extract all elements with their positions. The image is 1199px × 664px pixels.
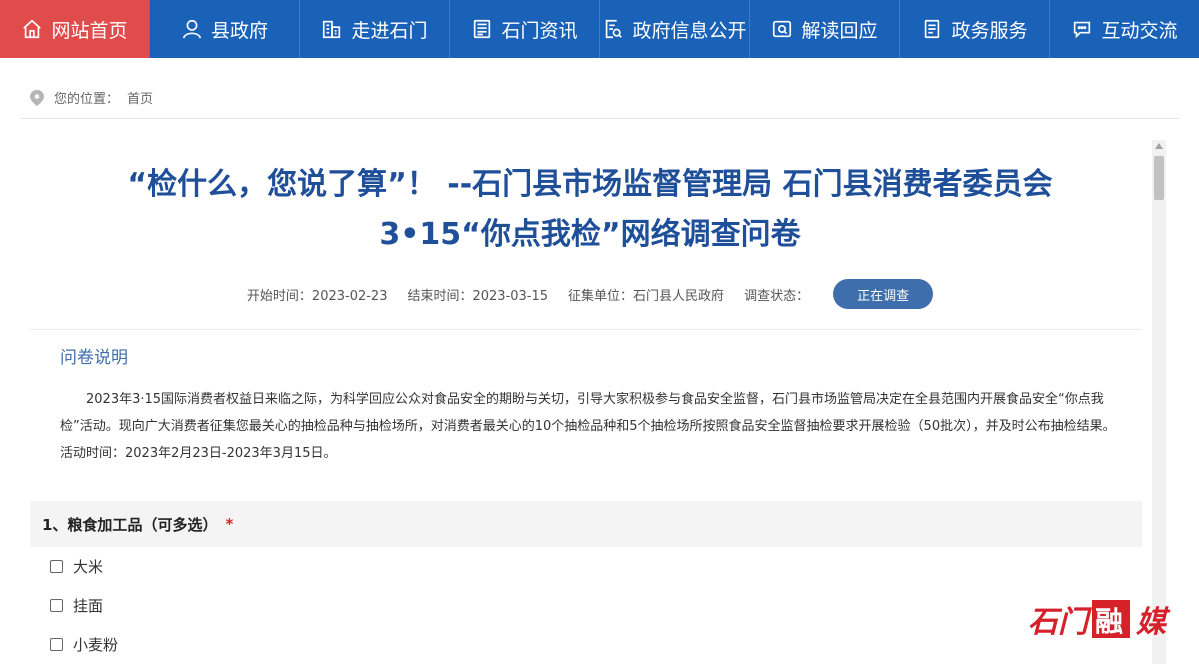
location-pin-icon: [30, 89, 44, 106]
shimen-media-logo: 石门 融 媒: [1028, 600, 1171, 640]
end-time: 结束时间：2023-03-15: [407, 288, 549, 304]
nav-info-public[interactable]: 政府信息公开: [600, 0, 750, 58]
breadcrumb-prefix: 您的位置：: [54, 92, 120, 107]
nav-services[interactable]: 政务服务: [900, 0, 1050, 58]
option-label: 小麦粉: [73, 636, 119, 654]
breadcrumb-home-link[interactable]: 首页: [127, 88, 153, 107]
scroll-up-arrow-icon[interactable]: [1155, 143, 1163, 149]
survey-title-line1: “检什么，您说了算”！ --石门县市场监督管理局 石门县消费者委员会: [127, 167, 1053, 202]
nav-county-gov[interactable]: 县政府: [150, 0, 300, 58]
nav-home-label: 网站首页: [51, 19, 128, 42]
nav-shimen-label: 走进石门: [351, 19, 428, 42]
survey-meta: 开始时间：2023-02-23 结束时间：2023-03-15 征集单位：石门县…: [30, 279, 1150, 309]
start-time: 开始时间：2023-02-23: [246, 288, 388, 304]
collecting-unit: 征集单位：石门县人民政府: [568, 288, 725, 304]
doc-search-icon: [606, 19, 623, 39]
building-icon: [323, 20, 341, 39]
scrollbar[interactable]: [1152, 140, 1166, 664]
nav-interpret[interactable]: 解读回应: [750, 0, 900, 58]
home-icon: [23, 19, 42, 39]
nav-interact-label: 互动交流: [1101, 19, 1178, 42]
question-1-header: 1、粮食加工品（可多选） *: [30, 501, 1142, 547]
chat-icon: [1074, 21, 1091, 39]
nav-interpret-label: 解读回应: [801, 19, 878, 42]
breadcrumb-divider: [20, 118, 1180, 119]
read-icon: [773, 20, 792, 38]
checkbox[interactable]: [50, 560, 63, 573]
nav-home[interactable]: 网站首页: [0, 0, 150, 58]
option-label: 大米: [73, 558, 104, 576]
option-label: 挂面: [73, 597, 104, 615]
svg-text:融: 融: [1095, 605, 1123, 638]
service-icon: [925, 19, 940, 39]
svg-text:石门: 石门: [1028, 605, 1093, 640]
user-icon: [182, 19, 202, 39]
breadcrumb: 您的位置： 首页: [30, 88, 153, 107]
scrollbar-thumb[interactable]: [1154, 156, 1164, 200]
nav-county-gov-label: 县政府: [210, 19, 268, 42]
nav-interact[interactable]: 互动交流: [1050, 0, 1199, 58]
svg-text:媒: 媒: [1136, 605, 1171, 640]
status-label: 调查状态：: [744, 288, 810, 304]
nav-info-public-label: 政府信息公开: [632, 19, 747, 42]
question-1-title: 1、粮食加工品（可多选）: [42, 515, 218, 534]
nav-services-label: 政务服务: [951, 19, 1028, 42]
survey-title: “检什么，您说了算”！ --石门县市场监督管理局 石门县消费者委员会 3•15“…: [30, 160, 1150, 260]
main-nav: 网站首页 县政府 走进石门 石门资讯 政府信息公开 解读回应 政务服务 互动交流: [0, 0, 1199, 58]
nav-shimen[interactable]: 走进石门: [300, 0, 450, 58]
checkbox[interactable]: [50, 599, 63, 612]
intro-heading: 问卷说明: [60, 348, 128, 368]
intro-text: 2023年3·15国际消费者权益日来临之际，为科学回应公众对食品安全的期盼与关切…: [60, 392, 1116, 461]
meta-divider: [30, 329, 1142, 330]
news-icon: [474, 19, 491, 39]
option-noodles[interactable]: 挂面: [50, 595, 103, 616]
status-badge: 正在调查: [833, 279, 934, 309]
required-mark: *: [225, 515, 234, 533]
option-flour[interactable]: 小麦粉: [50, 634, 118, 655]
option-rice[interactable]: 大米: [50, 556, 103, 577]
nav-news[interactable]: 石门资讯: [450, 0, 600, 58]
survey-title-line2: 3•15“你点我检”网络调查问卷: [379, 217, 801, 252]
nav-news-label: 石门资讯: [501, 19, 578, 42]
checkbox[interactable]: [50, 638, 63, 651]
